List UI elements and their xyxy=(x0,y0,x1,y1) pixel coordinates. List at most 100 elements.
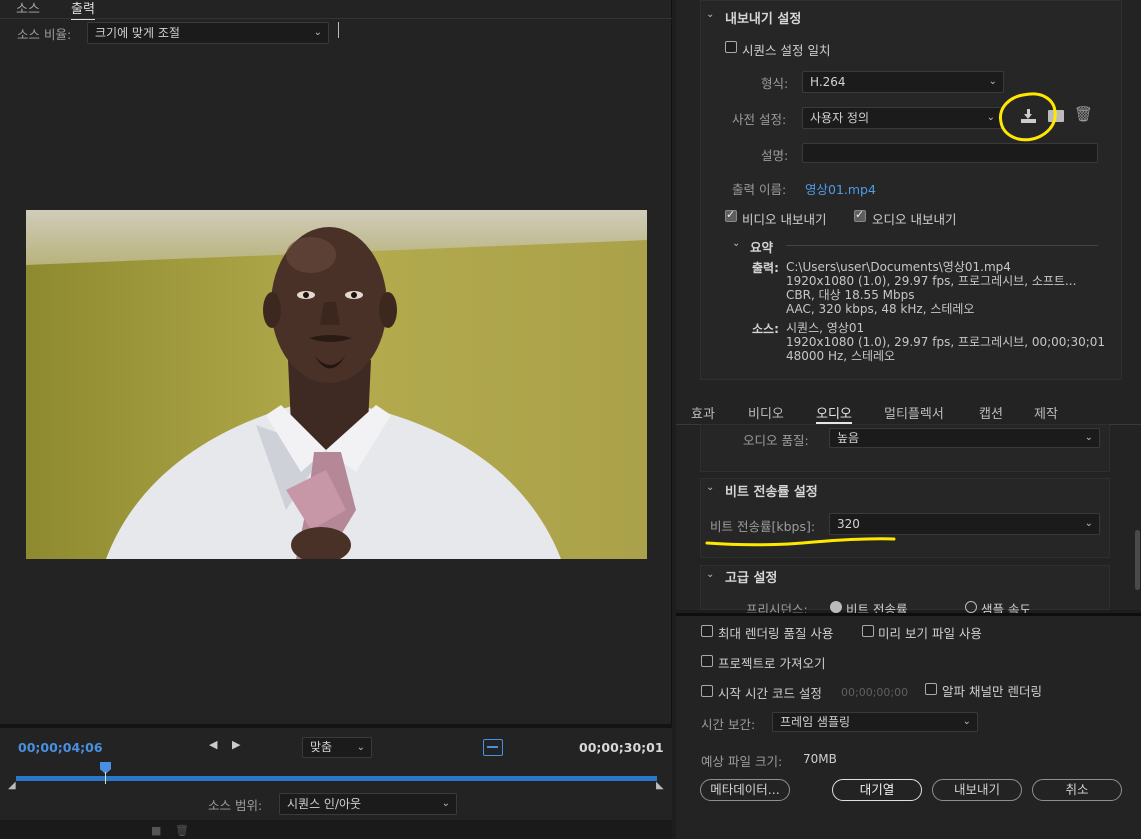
match-sequence-label: 시퀀스 설정 일치 xyxy=(742,43,831,58)
import-project-checkbox[interactable] xyxy=(701,655,713,667)
folder-icon: ■ xyxy=(151,824,162,837)
chevron-down-icon: ⌄ xyxy=(356,742,365,753)
alpha-only-checkbox[interactable] xyxy=(925,683,937,695)
est-size-value: 70MB xyxy=(803,752,837,766)
tab-divider xyxy=(0,18,672,19)
max-render-checkbox[interactable] xyxy=(701,625,713,637)
trash-icon: 🗑 xyxy=(175,824,189,837)
format-label: 형식: xyxy=(761,76,789,91)
fit-range-icon[interactable] xyxy=(483,739,503,756)
tab-publish[interactable]: 제작 xyxy=(1034,403,1058,422)
time-interp-dropdown[interactable]: 프레임 샘플링 ⌄ xyxy=(772,712,978,732)
source-scale-dropdown[interactable]: 크기에 맞게 조절 ⌄ xyxy=(87,22,329,44)
chevron-down-icon: ⌄ xyxy=(1084,432,1093,443)
current-time[interactable]: 00;00;04;06 xyxy=(18,740,103,755)
audio-quality-label: 오디오 품질: xyxy=(743,433,809,448)
chevron-down-icon[interactable]: ⌄ xyxy=(732,238,740,249)
chevron-down-icon[interactable]: ⌄ xyxy=(706,482,714,493)
tab-multiplexer[interactable]: 멀티플렉서 xyxy=(884,403,944,422)
format-value: H.264 xyxy=(810,75,846,89)
chevron-down-icon[interactable]: ⌄ xyxy=(706,9,714,20)
yellow-underline-annotation xyxy=(705,537,896,547)
scrollbar-thumb[interactable] xyxy=(1135,530,1140,590)
summary-source-text: 시퀀스, 영상01 1920x1080 (1.0), 29.97 fps, 프로… xyxy=(786,321,1106,363)
time-interp-label: 시간 보간: xyxy=(701,717,756,732)
format-dropdown[interactable]: H.264 ⌄ xyxy=(802,71,1004,93)
bitrate-title: 비트 전송률 설정 xyxy=(725,485,818,500)
bitrate-dropdown[interactable]: 320 ⌄ xyxy=(829,513,1100,535)
chevron-down-icon: ⌄ xyxy=(313,27,322,38)
chevron-down-icon: ⌄ xyxy=(1084,518,1093,529)
audio-quality-dropdown[interactable]: 높음 ⌄ xyxy=(829,428,1100,448)
source-range-dropdown[interactable]: 시퀀스 인/아웃 ⌄ xyxy=(279,793,457,815)
preview-files-label: 미리 보기 파일 사용 xyxy=(878,626,982,641)
export-settings-title: 내보내기 설정 xyxy=(725,12,802,27)
preset-dropdown[interactable]: 사용자 정의 ⌄ xyxy=(802,107,1002,129)
tab-effects[interactable]: 효과 xyxy=(691,403,715,422)
step-forward-icon[interactable]: ▶ xyxy=(232,738,240,751)
tab-video[interactable]: 비디오 xyxy=(748,403,784,422)
metadata-button[interactable]: 메타데이터... xyxy=(700,779,790,801)
bitrate-value: 320 xyxy=(837,517,860,531)
alpha-only-label: 알파 채널만 렌더링 xyxy=(942,684,1042,699)
export-video-checkbox[interactable] xyxy=(725,208,737,222)
summary-source-key: 소스: xyxy=(752,322,779,336)
source-range-value: 시퀀스 인/아웃 xyxy=(287,797,362,811)
zoom-dropdown[interactable]: 맞춤 ⌄ xyxy=(302,737,372,758)
output-name-link[interactable]: 영상01.mp4 xyxy=(805,179,876,198)
video-preview-frame xyxy=(26,210,647,559)
max-render-label: 최대 렌더링 품질 사용 xyxy=(718,626,834,641)
export-actions-panel: 최대 렌더링 품질 사용 미리 보기 파일 사용 프로젝트로 가져오기 시작 시… xyxy=(676,613,1141,839)
start-timecode-value: 00;00;00;00 xyxy=(841,686,909,699)
out-point-icon[interactable]: ◣ xyxy=(656,780,664,791)
comment-input[interactable] xyxy=(802,143,1098,163)
export-settings-panel: ⌄ 내보내기 설정 시퀀스 설정 일치 형식: H.264 ⌄ 사전 설정: 사… xyxy=(676,0,1141,617)
summary-output-text: C:\Users\user\Documents\영상01.mp4 1920x10… xyxy=(786,260,1077,316)
cancel-button[interactable]: 취소 xyxy=(1032,779,1122,801)
source-scale-value: 크기에 맞게 조절 xyxy=(95,26,180,40)
precedence-radio-bitrate[interactable] xyxy=(830,601,842,613)
source-range-label: 소스 범위: xyxy=(208,798,263,813)
summary-divider xyxy=(786,245,1098,246)
playhead-line xyxy=(105,772,106,784)
export-audio-checkbox[interactable] xyxy=(854,208,866,222)
queue-button[interactable]: 대기열 xyxy=(832,779,922,801)
output-name-label: 출력 이름: xyxy=(732,182,787,197)
chevron-down-icon[interactable]: ⌄ xyxy=(706,569,714,580)
est-size-label: 예상 파일 크기: xyxy=(701,754,783,769)
in-point-icon[interactable]: ◢ xyxy=(8,780,16,791)
start-timecode-label: 시작 시간 코드 설정 xyxy=(718,686,822,701)
precedence-radio-samplerate[interactable] xyxy=(965,601,977,613)
step-back-icon[interactable]: ◀ xyxy=(209,738,217,751)
comment-label: 설명: xyxy=(761,148,789,163)
summary-title: 요약 xyxy=(750,240,774,255)
timeline-track[interactable] xyxy=(16,776,657,781)
tab-source[interactable]: 소스 xyxy=(16,0,40,17)
preview-files-checkbox[interactable] xyxy=(862,625,874,637)
start-timecode-checkbox[interactable] xyxy=(701,685,713,697)
export-video-label: 비디오 내보내기 xyxy=(742,212,827,227)
source-scale-label: 소스 비율: xyxy=(17,27,72,42)
tab-audio[interactable]: 오디오 xyxy=(816,403,852,424)
chevron-down-icon: ⌄ xyxy=(988,76,997,87)
preset-value: 사용자 정의 xyxy=(810,111,870,125)
chevron-down-icon: ⌄ xyxy=(962,716,971,727)
chevron-down-icon: ⌄ xyxy=(986,112,995,123)
text-cursor xyxy=(338,22,339,38)
summary-output-key: 출력: xyxy=(752,261,779,275)
delete-preset-icon[interactable]: 🗑 xyxy=(1074,105,1093,123)
tab-captions[interactable]: 캡션 xyxy=(979,403,1003,422)
tab-output[interactable]: 출력 xyxy=(71,0,95,20)
audio-quality-value: 높음 xyxy=(837,431,860,445)
time-interp-value: 프레임 샘플링 xyxy=(780,715,851,729)
preset-label: 사전 설정: xyxy=(732,112,787,127)
advanced-title: 고급 설정 xyxy=(725,571,778,586)
export-button[interactable]: 내보내기 xyxy=(932,779,1022,801)
chevron-down-icon: ⌄ xyxy=(441,798,450,809)
footer-bar xyxy=(0,820,672,839)
export-audio-label: 오디오 내보내기 xyxy=(872,212,957,227)
timeline-panel: 00;00;04;06 ◀ ▶ 맞춤 ⌄ 00;00;30;01 ◢ ◣ 소스 … xyxy=(0,724,672,839)
zoom-value: 맞춤 xyxy=(310,740,333,754)
import-project-label: 프로젝트로 가져오기 xyxy=(718,656,826,671)
match-sequence-checkbox[interactable] xyxy=(725,41,737,53)
